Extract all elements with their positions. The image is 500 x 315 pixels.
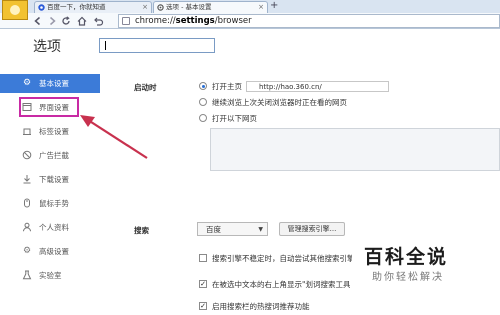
watermark-title: 百科全说 [364,246,449,268]
checkbox-auto-try-engines[interactable] [199,254,207,262]
homepage-url-input[interactable]: http://hao.360.cn/ [246,81,389,92]
startup-option-label: 打开以下网页 [212,114,257,123]
user-avatar[interactable] [2,0,28,20]
startup-radio-open-pages[interactable] [199,114,207,122]
search-engine-value: 百度 [206,225,221,234]
watermark-subtitle: 助你轻松解决 [372,272,444,283]
checkbox-hot-search-suggestions[interactable]: ✓ [199,302,207,310]
startup-option-label: 继续浏览上次关闭浏览器时正在看的网页 [212,98,347,107]
search-section-label: 搜索 [134,226,149,235]
startup-option-label: 打开主页 [212,82,242,91]
checkbox-label: 搜索引擎不稳定时，自动尝试其他搜索引擎 [212,254,352,263]
startup-radio-homepage[interactable] [199,82,207,90]
chevron-down-icon: ▼ [258,226,263,233]
checkbox-label: 在被选中文本的右上角显示"划词搜索工具条" [212,280,350,289]
startup-radio-continue[interactable] [199,98,207,106]
manage-search-engines-button[interactable]: 管理搜索引擎... [279,222,345,236]
startup-section-label: 启动时 [134,83,157,92]
checkbox-selection-search-toolbar[interactable]: ✓ [199,280,207,288]
checkbox-label: 启用搜索栏的热搜词推荐功能 [212,302,310,311]
startup-pages-list[interactable] [210,128,500,171]
search-engine-select[interactable]: 百度 ▼ [197,222,268,236]
